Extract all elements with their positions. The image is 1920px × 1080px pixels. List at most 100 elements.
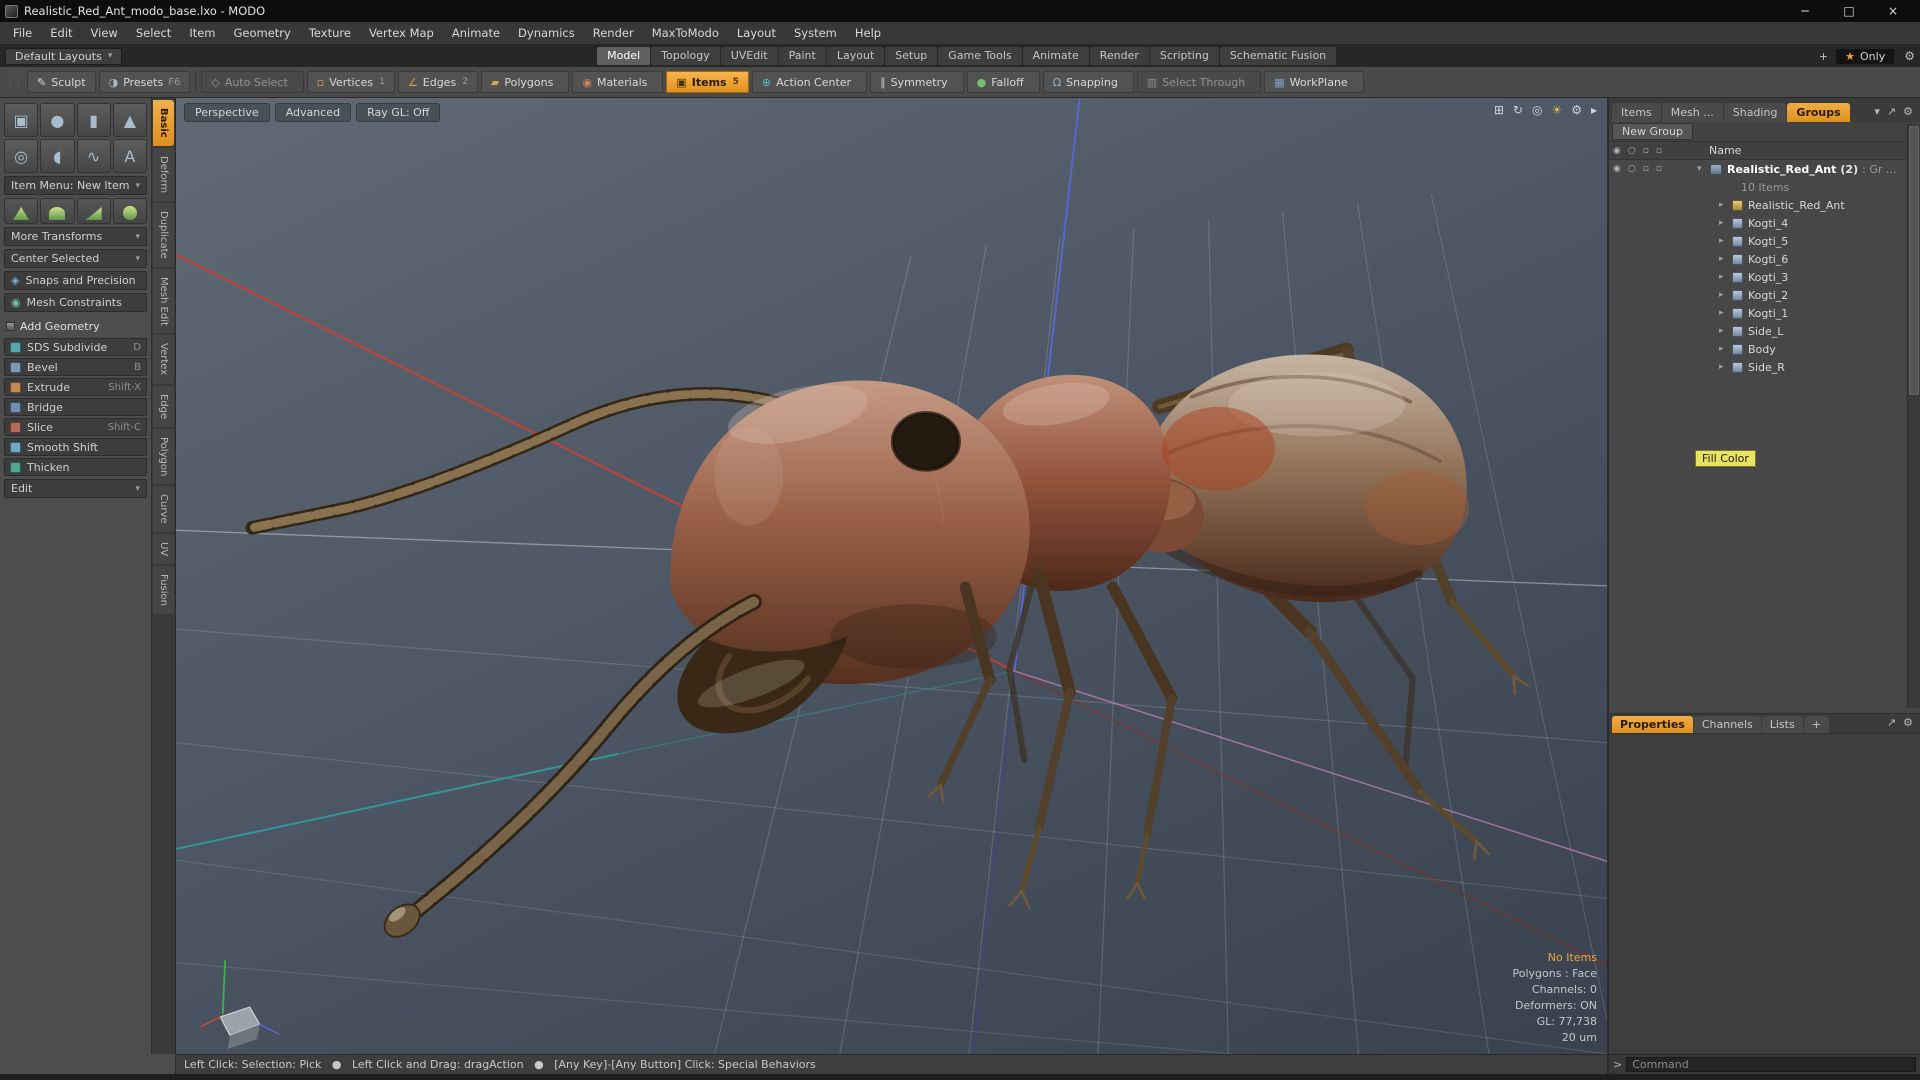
tool-button-cylinder[interactable]: ▮ [76, 103, 111, 137]
geometry-button[interactable]: Bridge [4, 398, 147, 416]
viewport-icon-gear[interactable]: ⚙ [1571, 103, 1582, 117]
side-tab[interactable]: Vertex [153, 335, 174, 384]
panel-tab[interactable]: Items [1612, 103, 1661, 122]
sculpt-button[interactable]: ✎ Sculpt [27, 71, 96, 93]
expand-icon[interactable]: ↗ [1887, 105, 1896, 118]
expand-arrow-icon[interactable]: ▸ [1719, 254, 1732, 264]
viewport-icon-light[interactable]: ☀ [1551, 103, 1562, 117]
side-tab[interactable]: Polygon [153, 428, 174, 485]
visibility-eye-icon[interactable]: ◉ [1613, 164, 1621, 174]
more-transforms-dropdown[interactable]: More Transforms ▾ [4, 227, 147, 246]
tree-item[interactable]: ▸ Kogti_5 [1609, 232, 1920, 250]
panel-tab[interactable]: Shading [1723, 103, 1787, 122]
snaps-precision-button[interactable]: ◈ Snaps and Precision [4, 271, 147, 290]
viewport-button[interactable]: Perspective [184, 103, 270, 122]
viewport-button[interactable]: Advanced [274, 103, 352, 122]
side-tab[interactable]: Curve [153, 486, 174, 532]
tree-item[interactable]: ▸ Realistic_Red_Ant [1609, 196, 1920, 214]
render-toggle-icon[interactable]: ○ [1628, 146, 1636, 156]
tree-item[interactable]: ▸ Kogti_6 [1609, 250, 1920, 268]
expand-arrow-icon[interactable]: ▸ [1719, 308, 1732, 318]
tool-button-text[interactable]: A [112, 139, 147, 173]
menu-item[interactable]: Render [584, 24, 643, 42]
center-selected-dropdown[interactable]: Center Selected ▾ [4, 249, 147, 268]
panel-tab[interactable]: Groups [1787, 103, 1850, 122]
side-tab[interactable]: Basic [153, 100, 174, 146]
tool-button-cone[interactable]: ▲ [112, 103, 147, 137]
menu-item[interactable]: View [82, 24, 127, 42]
geometry-button[interactable]: Slice Shift-C [4, 418, 147, 436]
viewport-icon-zoom[interactable]: ◎ [1532, 103, 1542, 117]
layout-tab[interactable]: Setup [885, 47, 938, 65]
menu-item[interactable]: Texture [300, 24, 360, 42]
tool-button-cube[interactable]: ▣ [4, 103, 39, 137]
geometry-button[interactable]: Thicken [4, 458, 147, 476]
geometry-button[interactable]: SDS Subdivide D [4, 338, 147, 356]
tool-button-torus[interactable]: ◎ [4, 139, 39, 173]
layout-tab[interactable]: UVEdit [720, 47, 778, 65]
menu-item[interactable]: Select [127, 24, 180, 42]
select-toggle-icon[interactable]: ▫ [1656, 164, 1662, 174]
menu-item[interactable]: Geometry [225, 24, 300, 42]
menu-item[interactable]: MaxToModo [643, 24, 728, 42]
tree-item[interactable]: ▸ Side_R [1609, 358, 1920, 376]
viewport-button[interactable]: Ray GL: Off [356, 103, 441, 122]
lock-toggle-icon[interactable]: ▫ [1643, 146, 1649, 156]
only-toggle[interactable]: ★ Only [1836, 48, 1895, 64]
geometry-button[interactable]: Extrude Shift-X [4, 378, 147, 396]
expand-arrow-icon[interactable]: ▸ [1719, 362, 1732, 372]
panel-tab[interactable]: Properties [1612, 716, 1693, 733]
side-tab[interactable]: Fusion [153, 565, 174, 614]
expand-arrow-icon[interactable]: ▸ [1719, 236, 1732, 246]
expand-arrow-icon[interactable]: ▸ [1719, 200, 1732, 210]
panel-tab[interactable]: Channels [1693, 716, 1761, 733]
maximize-button[interactable]: □ [1827, 0, 1871, 22]
expand-arrow-icon[interactable]: ▸ [1719, 272, 1732, 282]
expand-icon[interactable]: ↗ [1887, 716, 1896, 729]
layout-tab[interactable]: Scripting [1149, 47, 1219, 65]
layout-tab[interactable]: Topology [651, 47, 720, 65]
tree-scrollbar[interactable] [1907, 124, 1920, 708]
viewport-icon-pan[interactable]: ⊞ [1494, 103, 1504, 117]
side-tab[interactable]: Mesh Edit [153, 268, 174, 334]
viewport-canvas[interactable] [176, 98, 1607, 1054]
layout-tab[interactable]: Schematic Fusion [1219, 47, 1337, 65]
expand-arrow-icon[interactable]: ▸ [1719, 326, 1732, 336]
menu-item[interactable]: Help [846, 24, 890, 42]
edit-dropdown[interactable]: Edit ▾ [4, 479, 147, 498]
side-tab[interactable]: Duplicate [153, 202, 174, 267]
mode-button-auto-select[interactable]: ◇ Auto Select [201, 71, 304, 93]
mode-button-select-through[interactable]: ▥ Select Through [1136, 71, 1262, 93]
mesh-constraints-button[interactable]: ◉ Mesh Constraints [4, 293, 147, 312]
menu-item[interactable]: System [785, 24, 846, 42]
layout-tab[interactable]: Render [1089, 47, 1149, 65]
tree-item[interactable]: ▸ Kogti_3 [1609, 268, 1920, 286]
panel-tab[interactable]: Lists [1761, 716, 1803, 733]
mode-button-materials[interactable]: ◉ Materials [572, 71, 664, 93]
collapse-arrow-icon[interactable]: ▾ [1697, 164, 1710, 174]
viewport-icon-menu-arrow[interactable]: ▸ [1591, 103, 1597, 117]
geometry-button[interactable]: Bevel B [4, 358, 147, 376]
mode-button-action-center[interactable]: ⊕ Action Center [751, 71, 868, 93]
add-layout-tab-button[interactable]: + [1811, 48, 1836, 65]
gear-icon[interactable]: ⚙ [1903, 105, 1913, 118]
mode-button-falloff[interactable]: ● Falloff [966, 71, 1040, 93]
side-tab[interactable]: Edge [153, 385, 174, 427]
chevron-down-icon[interactable]: ▾ [1874, 105, 1880, 118]
menu-item[interactable]: Item [180, 24, 224, 42]
tool-button-sphere[interactable]: ● [40, 103, 75, 137]
item-menu-dropdown[interactable]: Item Menu: New Item ▾ [4, 176, 147, 195]
mode-button-symmetry[interactable]: ∥ Symmetry [870, 71, 964, 93]
select-toggle-icon[interactable]: ▫ [1656, 146, 1662, 156]
close-button[interactable]: × [1871, 0, 1915, 22]
falloff-radial-button[interactable] [40, 198, 75, 224]
command-input[interactable]: Command [1626, 1057, 1916, 1072]
scrollbar-thumb[interactable] [1909, 126, 1919, 395]
mode-button-edges[interactable]: ∠ Edges 2 [397, 71, 478, 93]
mode-button-workplane[interactable]: ▦ WorkPlane [1264, 71, 1364, 93]
new-group-button[interactable]: New Group [1612, 123, 1693, 140]
tree-item[interactable]: ▸ Kogti_1 [1609, 304, 1920, 322]
tree-item[interactable]: ▸ Kogti_2 [1609, 286, 1920, 304]
tool-button-curve[interactable]: ∿ [76, 139, 111, 173]
tree-item[interactable]: ▸ Kogti_4 [1609, 214, 1920, 232]
